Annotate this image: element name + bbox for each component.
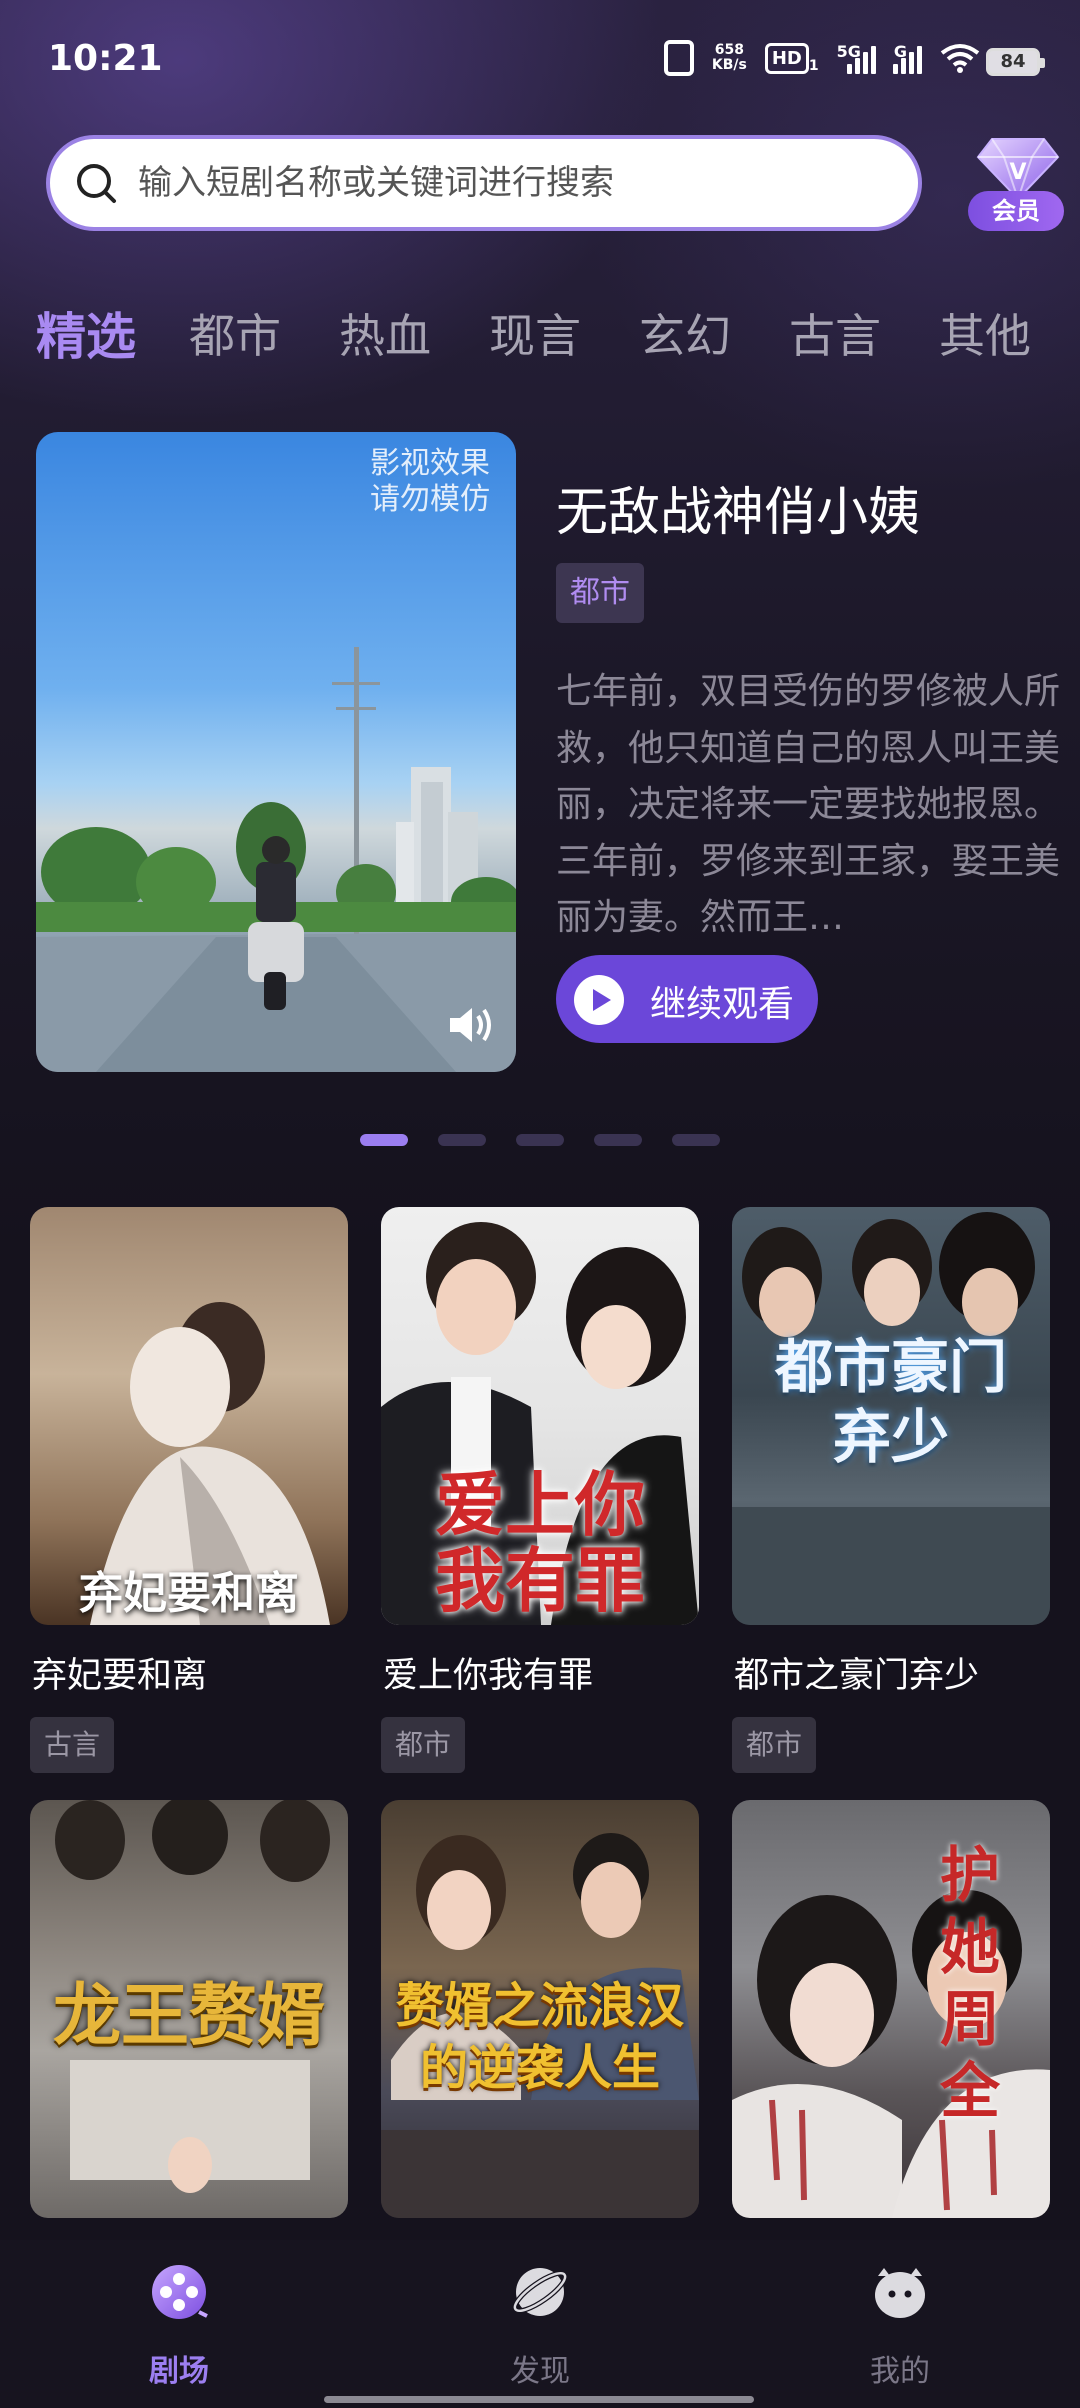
nav-discover[interactable]: 发现 [460, 2262, 620, 2392]
tab-fantasy[interactable]: 玄幻 [639, 300, 731, 366]
status-bar: 10:21 658 KB/s HD 1 5G G 84 [0, 0, 1080, 128]
drama-poster: 护她周全 [732, 1800, 1050, 2218]
signal-bars-icon [846, 42, 876, 74]
continue-watching-label: 继续观看 [650, 984, 795, 1025]
nav-label: 剧场 [149, 2354, 209, 2389]
continue-watching-button[interactable]: 继续观看 [556, 955, 818, 1043]
net-speed: 658 KB/s [712, 43, 747, 73]
theater-icon [152, 2265, 208, 2319]
bottom-navigation: 剧场 发现 我的 [0, 2240, 1080, 2408]
tab-featured[interactable]: 精选 [36, 297, 136, 369]
poster-title-art: 弃妃要和离 [79, 1568, 299, 1619]
featured-title[interactable]: 无敌战神俏小姨 [556, 470, 920, 545]
drama-card[interactable]: 龙王赘婿 [30, 1800, 348, 2218]
status-time: 10:21 [48, 38, 163, 79]
category-tabs: 精选 都市 热血 现言 玄幻 古言 其他 [36, 300, 1076, 370]
net-speed-unit: KB/s [711, 57, 747, 73]
net-speed-value: 658 [714, 42, 744, 58]
drama-card[interactable]: 爱上你我有罪 爱上你我有罪 都市 [381, 1207, 699, 1773]
drama-poster: 弃妃要和离 [30, 1207, 348, 1625]
nav-label: 发现 [510, 2354, 570, 2389]
drama-poster: 爱上你我有罪 [381, 1207, 699, 1625]
search-icon [77, 164, 116, 203]
drama-tag: 都市 [381, 1717, 466, 1773]
play-icon [574, 975, 624, 1025]
featured-poster-image [36, 647, 516, 1072]
home-indicator[interactable] [324, 2396, 754, 2403]
nav-theater[interactable]: 剧场 [99, 2262, 259, 2392]
poster-title-art: 护她周全 [940, 1841, 1000, 2127]
tab-action[interactable]: 热血 [339, 300, 431, 366]
featured-description: 七年前，双目受伤的罗修被人所救，他只知道自己的恩人叫王美丽，决定将来一定要找她报… [556, 671, 1061, 938]
drama-poster: 都市豪门弃少 [732, 1207, 1050, 1625]
carousel-dot[interactable] [360, 1134, 408, 1146]
poster-title-art: 赘婿之流浪汉的逆袭人生 [395, 1978, 684, 2096]
vibrate-icon [663, 40, 694, 76]
signal-5g: 5G [837, 42, 876, 74]
drama-tag: 都市 [732, 1717, 817, 1773]
poster-title-art: 龙王赘婿 [52, 1977, 325, 2056]
carousel-dot[interactable] [516, 1134, 564, 1146]
planet-icon [512, 2268, 568, 2316]
watermark-line2: 请勿模仿 [370, 482, 490, 517]
wifi-icon [940, 44, 980, 73]
signal-g: G [893, 42, 922, 74]
profile-icon [875, 2268, 925, 2318]
speaker-icon[interactable] [444, 998, 498, 1052]
drama-card[interactable]: 弃妃要和离 弃妃要和离 古言 [30, 1207, 348, 1773]
svg-text:V: V [1009, 160, 1026, 185]
tab-modern-romance[interactable]: 现言 [489, 300, 581, 366]
carousel-dot[interactable] [594, 1134, 642, 1146]
nav-label: 我的 [870, 2354, 930, 2389]
drama-title: 爱上你我有罪 [383, 1656, 594, 1696]
drama-poster: 龙王赘婿 [30, 1800, 348, 2218]
hd-sub: 1 [808, 57, 819, 74]
poster-title-art: 爱上你我有罪 [435, 1464, 645, 1622]
drama-title: 弃妃要和离 [32, 1656, 208, 1696]
drama-card[interactable]: 都市豪门弃少 都市之豪门弃少 都市 [732, 1207, 1050, 1773]
carousel-dot[interactable] [672, 1134, 720, 1146]
vip-label: 会员 [968, 191, 1064, 231]
tab-urban[interactable]: 都市 [189, 300, 281, 366]
drama-card[interactable]: 赘婿之流浪汉的逆袭人生 [381, 1800, 699, 2218]
drama-poster: 赘婿之流浪汉的逆袭人生 [381, 1800, 699, 2218]
featured-tag: 都市 [556, 563, 644, 623]
drama-title: 都市之豪门弃少 [734, 1656, 980, 1696]
featured-poster[interactable]: 影视效果 请勿模仿 [36, 432, 516, 1072]
watermark-line1: 影视效果 [370, 446, 490, 481]
vip-button[interactable]: V 会员 [966, 135, 1066, 235]
status-icons: 658 KB/s HD 1 5G G [663, 40, 980, 76]
poster-watermark: 影视效果 请勿模仿 [370, 446, 490, 518]
hd-indicator: HD 1 [764, 42, 819, 74]
nav-profile[interactable]: 我的 [820, 2262, 980, 2392]
tab-ancient-romance[interactable]: 古言 [789, 300, 881, 366]
tab-other[interactable]: 其他 [939, 300, 1031, 366]
carousel-dot[interactable] [438, 1134, 486, 1146]
search-bar[interactable] [46, 135, 922, 231]
search-input[interactable] [138, 153, 898, 213]
drama-card[interactable]: 护她周全 [732, 1800, 1050, 2218]
battery-indicator: 84 [986, 48, 1045, 76]
signal-bars-icon [893, 42, 922, 74]
hd-icon: HD [764, 42, 809, 74]
poster-title-art: 都市豪门弃少 [774, 1333, 1007, 1471]
carousel-dots [360, 1134, 720, 1148]
drama-tag: 古言 [30, 1717, 115, 1773]
